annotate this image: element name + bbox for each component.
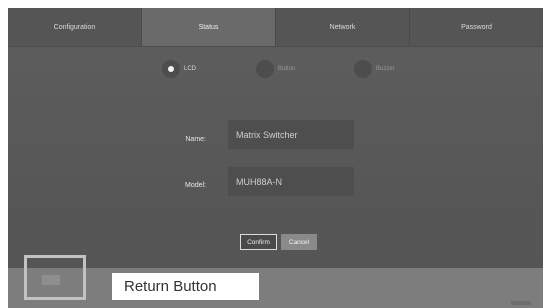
tab-divider — [8, 46, 543, 47]
bottom-bar — [8, 268, 543, 308]
return-button[interactable] — [24, 255, 86, 300]
name-field[interactable]: Matrix Switcher — [228, 120, 354, 149]
name-label: Name: — [185, 136, 206, 143]
radio-buzzer-label: Buzzer — [376, 66, 395, 72]
tab-bar: Configuration Status Network Password — [8, 8, 543, 46]
radio-lcd-indicator[interactable] — [162, 60, 180, 78]
radio-buzzer-indicator[interactable] — [354, 60, 372, 78]
tab-password[interactable]: Password — [410, 8, 543, 46]
corner-marker — [511, 301, 531, 305]
model-field[interactable]: MUH88A-N — [228, 167, 354, 196]
radio-button[interactable]: Button — [256, 60, 295, 78]
radio-button-label: Button — [278, 66, 296, 72]
radio-lcd-label: LCD — [184, 66, 197, 72]
radio-button-indicator[interactable] — [256, 60, 274, 78]
tab-configuration[interactable]: Configuration — [8, 8, 142, 46]
cancel-button[interactable]: Cancel — [281, 234, 317, 250]
radio-buzzer[interactable]: Buzzer — [354, 60, 395, 78]
device-settings-panel: Configuration Status Network Password LC… — [8, 8, 543, 308]
return-icon — [42, 275, 60, 285]
tab-status[interactable]: Status — [142, 8, 276, 46]
radio-lcd[interactable]: LCD — [162, 60, 196, 78]
confirm-button[interactable]: Confirm — [240, 234, 277, 250]
return-button-callout: Return Button — [112, 273, 259, 300]
status-option-group: LCD Button Buzzer — [8, 60, 543, 80]
tab-network[interactable]: Network — [276, 8, 410, 46]
model-label: Model: — [184, 182, 206, 189]
